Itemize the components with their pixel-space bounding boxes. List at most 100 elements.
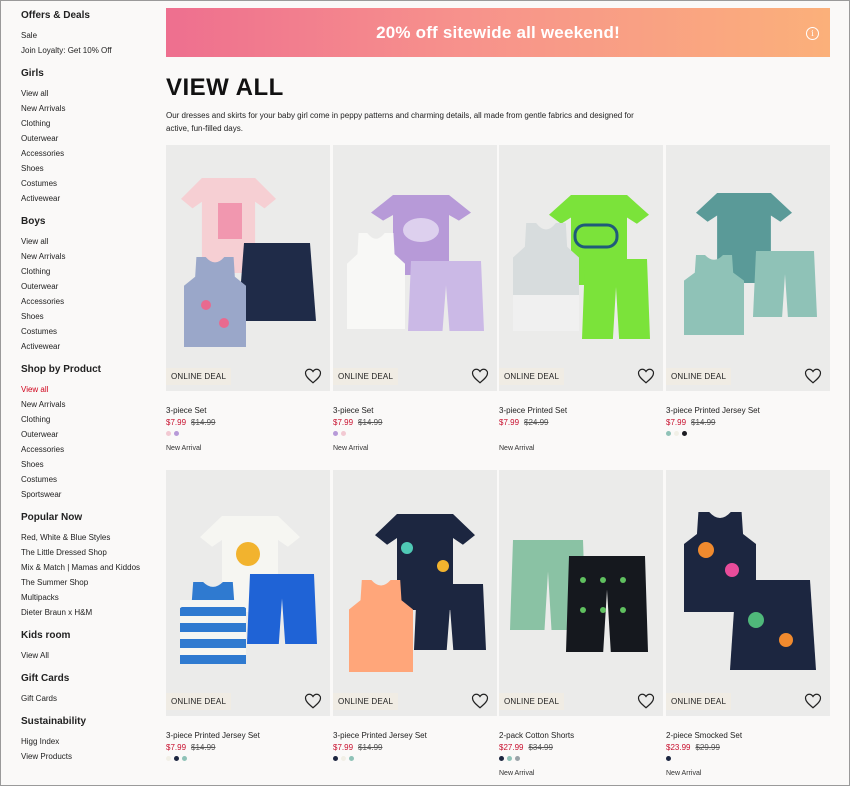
sidebar-item-shoes[interactable]: Shoes [21, 309, 156, 324]
sidebar-item-view-all[interactable]: View all [21, 382, 156, 397]
product-card[interactable]: ONLINE DEAL 2-pack Cotton Shorts $27.99 $34… [499, 470, 663, 778]
color-swatch[interactable] [341, 431, 346, 436]
product-image[interactable]: ONLINE DEAL [499, 470, 663, 716]
product-name[interactable]: 3-piece Printed Set [499, 406, 663, 416]
info-icon[interactable]: i [806, 27, 819, 40]
color-swatch[interactable] [499, 756, 504, 761]
product-name[interactable]: 2-pack Cotton Shorts [499, 731, 663, 741]
color-swatch[interactable] [507, 756, 512, 761]
product-name[interactable]: 2-piece Smocked Set [666, 731, 830, 741]
sidebar-item-outerwear[interactable]: Outerwear [21, 427, 156, 442]
sidebar-item-clothing[interactable]: Clothing [21, 412, 156, 427]
sidebar-item-multipacks[interactable]: Multipacks [21, 590, 156, 605]
sidebar-item-activewear[interactable]: Activewear [21, 339, 156, 354]
heart-icon[interactable] [637, 367, 655, 385]
sidebar-item-shoes[interactable]: Shoes [21, 161, 156, 176]
sidebar-item-view-all[interactable]: View All [21, 648, 156, 663]
color-swatch[interactable] [333, 431, 338, 436]
promo-banner[interactable]: 20% off sitewide all weekend! i [166, 8, 830, 57]
heart-icon[interactable] [637, 692, 655, 710]
product-name[interactable]: 3-piece Printed Jersey Set [666, 406, 830, 416]
sidebar-item-clothing[interactable]: Clothing [21, 116, 156, 131]
sidebar-item-outerwear[interactable]: Outerwear [21, 279, 156, 294]
sidebar-item-join-loyalty-get-10-off[interactable]: Join Loyalty: Get 10% Off [21, 43, 156, 58]
product-garment-illustration [347, 195, 484, 331]
product-card[interactable]: ONLINE DEAL 3-piece Set $7.99 $14.99 New Arr… [166, 145, 330, 453]
sidebar-item-view-all[interactable]: View all [21, 234, 156, 249]
color-swatch[interactable] [174, 431, 179, 436]
sidebar-item-the-little-dressed-shop[interactable]: The Little Dressed Shop [21, 545, 156, 560]
heart-icon[interactable] [304, 367, 322, 385]
product-name[interactable]: 3-piece Printed Jersey Set [166, 731, 330, 741]
new-arrival-badge: New Arrival [499, 770, 535, 777]
heart-icon[interactable] [304, 692, 322, 710]
sidebar-heading[interactable]: Gift Cards [21, 672, 156, 686]
color-swatch[interactable] [182, 756, 187, 761]
sidebar-heading[interactable]: Offers & Deals [21, 9, 156, 23]
product-name[interactable]: 3-piece Set [166, 406, 330, 416]
color-swatch[interactable] [174, 756, 179, 761]
product-image[interactable]: ONLINE DEAL [333, 145, 497, 391]
sidebar-heading[interactable]: Boys [21, 215, 156, 229]
product-card[interactable]: ONLINE DEAL 2-piece Smocked Set $23.99 $29.… [666, 470, 830, 778]
heart-icon[interactable] [804, 692, 822, 710]
product-name[interactable]: 3-piece Set [333, 406, 497, 416]
color-swatch[interactable] [333, 756, 338, 761]
sidebar-item-mix-match-mamas-and-kiddos[interactable]: Mix & Match | Mamas and Kiddos [21, 560, 156, 575]
sidebar-item-dieter-braun-x-h-m[interactable]: Dieter Braun x H&M [21, 605, 156, 620]
sidebar-heading[interactable]: Girls [21, 67, 156, 81]
product-card[interactable]: ONLINE DEAL 3-piece Printed Jersey Set $7.… [166, 470, 330, 764]
sidebar-heading[interactable]: Popular Now [21, 511, 156, 525]
sidebar-item-view-all[interactable]: View all [21, 86, 156, 101]
sidebar-item-clothing[interactable]: Clothing [21, 264, 156, 279]
color-swatch[interactable] [166, 431, 171, 436]
sidebar-item-sportswear[interactable]: Sportswear [21, 487, 156, 502]
sidebar-item-accessories[interactable]: Accessories [21, 442, 156, 457]
sidebar-item-activewear[interactable]: Activewear [21, 191, 156, 206]
sidebar-item-gift-cards[interactable]: Gift Cards [21, 691, 156, 706]
product-image[interactable]: ONLINE DEAL [666, 470, 830, 716]
color-swatch[interactable] [341, 756, 346, 761]
heart-icon[interactable] [471, 692, 489, 710]
promo-banner-text: 20% off sitewide all weekend! [376, 22, 620, 42]
product-image[interactable]: ONLINE DEAL [499, 145, 663, 391]
sidebar-item-costumes[interactable]: Costumes [21, 472, 156, 487]
product-card[interactable]: ONLINE DEAL 3-piece Set $7.99 $14.99 New Arr… [333, 145, 497, 453]
product-image[interactable]: ONLINE DEAL [333, 470, 497, 716]
color-swatch[interactable] [682, 431, 687, 436]
sidebar-item-costumes[interactable]: Costumes [21, 324, 156, 339]
color-swatch[interactable] [674, 431, 679, 436]
sidebar-heading[interactable]: Shop by Product [21, 363, 156, 377]
color-swatch[interactable] [515, 756, 520, 761]
sidebar-item-new-arrivals[interactable]: New Arrivals [21, 101, 156, 116]
product-image[interactable]: ONLINE DEAL [166, 470, 330, 716]
sidebar-item-red-white-blue-styles[interactable]: Red, White & Blue Styles [21, 530, 156, 545]
product-image[interactable]: ONLINE DEAL [166, 145, 330, 391]
product-card[interactable]: ONLINE DEAL 3-piece Printed Jersey Set $7.… [333, 470, 497, 764]
sidebar-item-outerwear[interactable]: Outerwear [21, 131, 156, 146]
color-swatch[interactable] [666, 756, 671, 761]
color-swatch[interactable] [349, 756, 354, 761]
color-swatch[interactable] [666, 431, 671, 436]
sidebar-heading[interactable]: Sustainability [21, 715, 156, 729]
product-card[interactable]: ONLINE DEAL 3-piece Printed Jersey Set $7.… [666, 145, 830, 439]
sidebar-heading[interactable]: Kids room [21, 629, 156, 643]
product-card[interactable]: ONLINE DEAL 3-piece Printed Set $7.99 $24.9… [499, 145, 663, 453]
product-image[interactable]: ONLINE DEAL [666, 145, 830, 391]
color-swatch[interactable] [166, 756, 171, 761]
heart-icon[interactable] [804, 367, 822, 385]
sidebar-item-sale[interactable]: Sale [21, 28, 156, 43]
sidebar-item-shoes[interactable]: Shoes [21, 457, 156, 472]
sidebar-section-gift-cards: Gift Cards Gift Cards [21, 672, 156, 706]
heart-icon[interactable] [471, 367, 489, 385]
sidebar-item-accessories[interactable]: Accessories [21, 294, 156, 309]
sidebar-item-higg-index[interactable]: Higg Index [21, 734, 156, 749]
sidebar-item-accessories[interactable]: Accessories [21, 146, 156, 161]
product-name[interactable]: 3-piece Printed Jersey Set [333, 731, 497, 741]
product-garment-illustration [513, 195, 650, 339]
sidebar-item-new-arrivals[interactable]: New Arrivals [21, 397, 156, 412]
sidebar-item-new-arrivals[interactable]: New Arrivals [21, 249, 156, 264]
sidebar-item-costumes[interactable]: Costumes [21, 176, 156, 191]
sidebar-item-the-summer-shop[interactable]: The Summer Shop [21, 575, 156, 590]
sidebar-item-view-products[interactable]: View Products [21, 749, 156, 764]
